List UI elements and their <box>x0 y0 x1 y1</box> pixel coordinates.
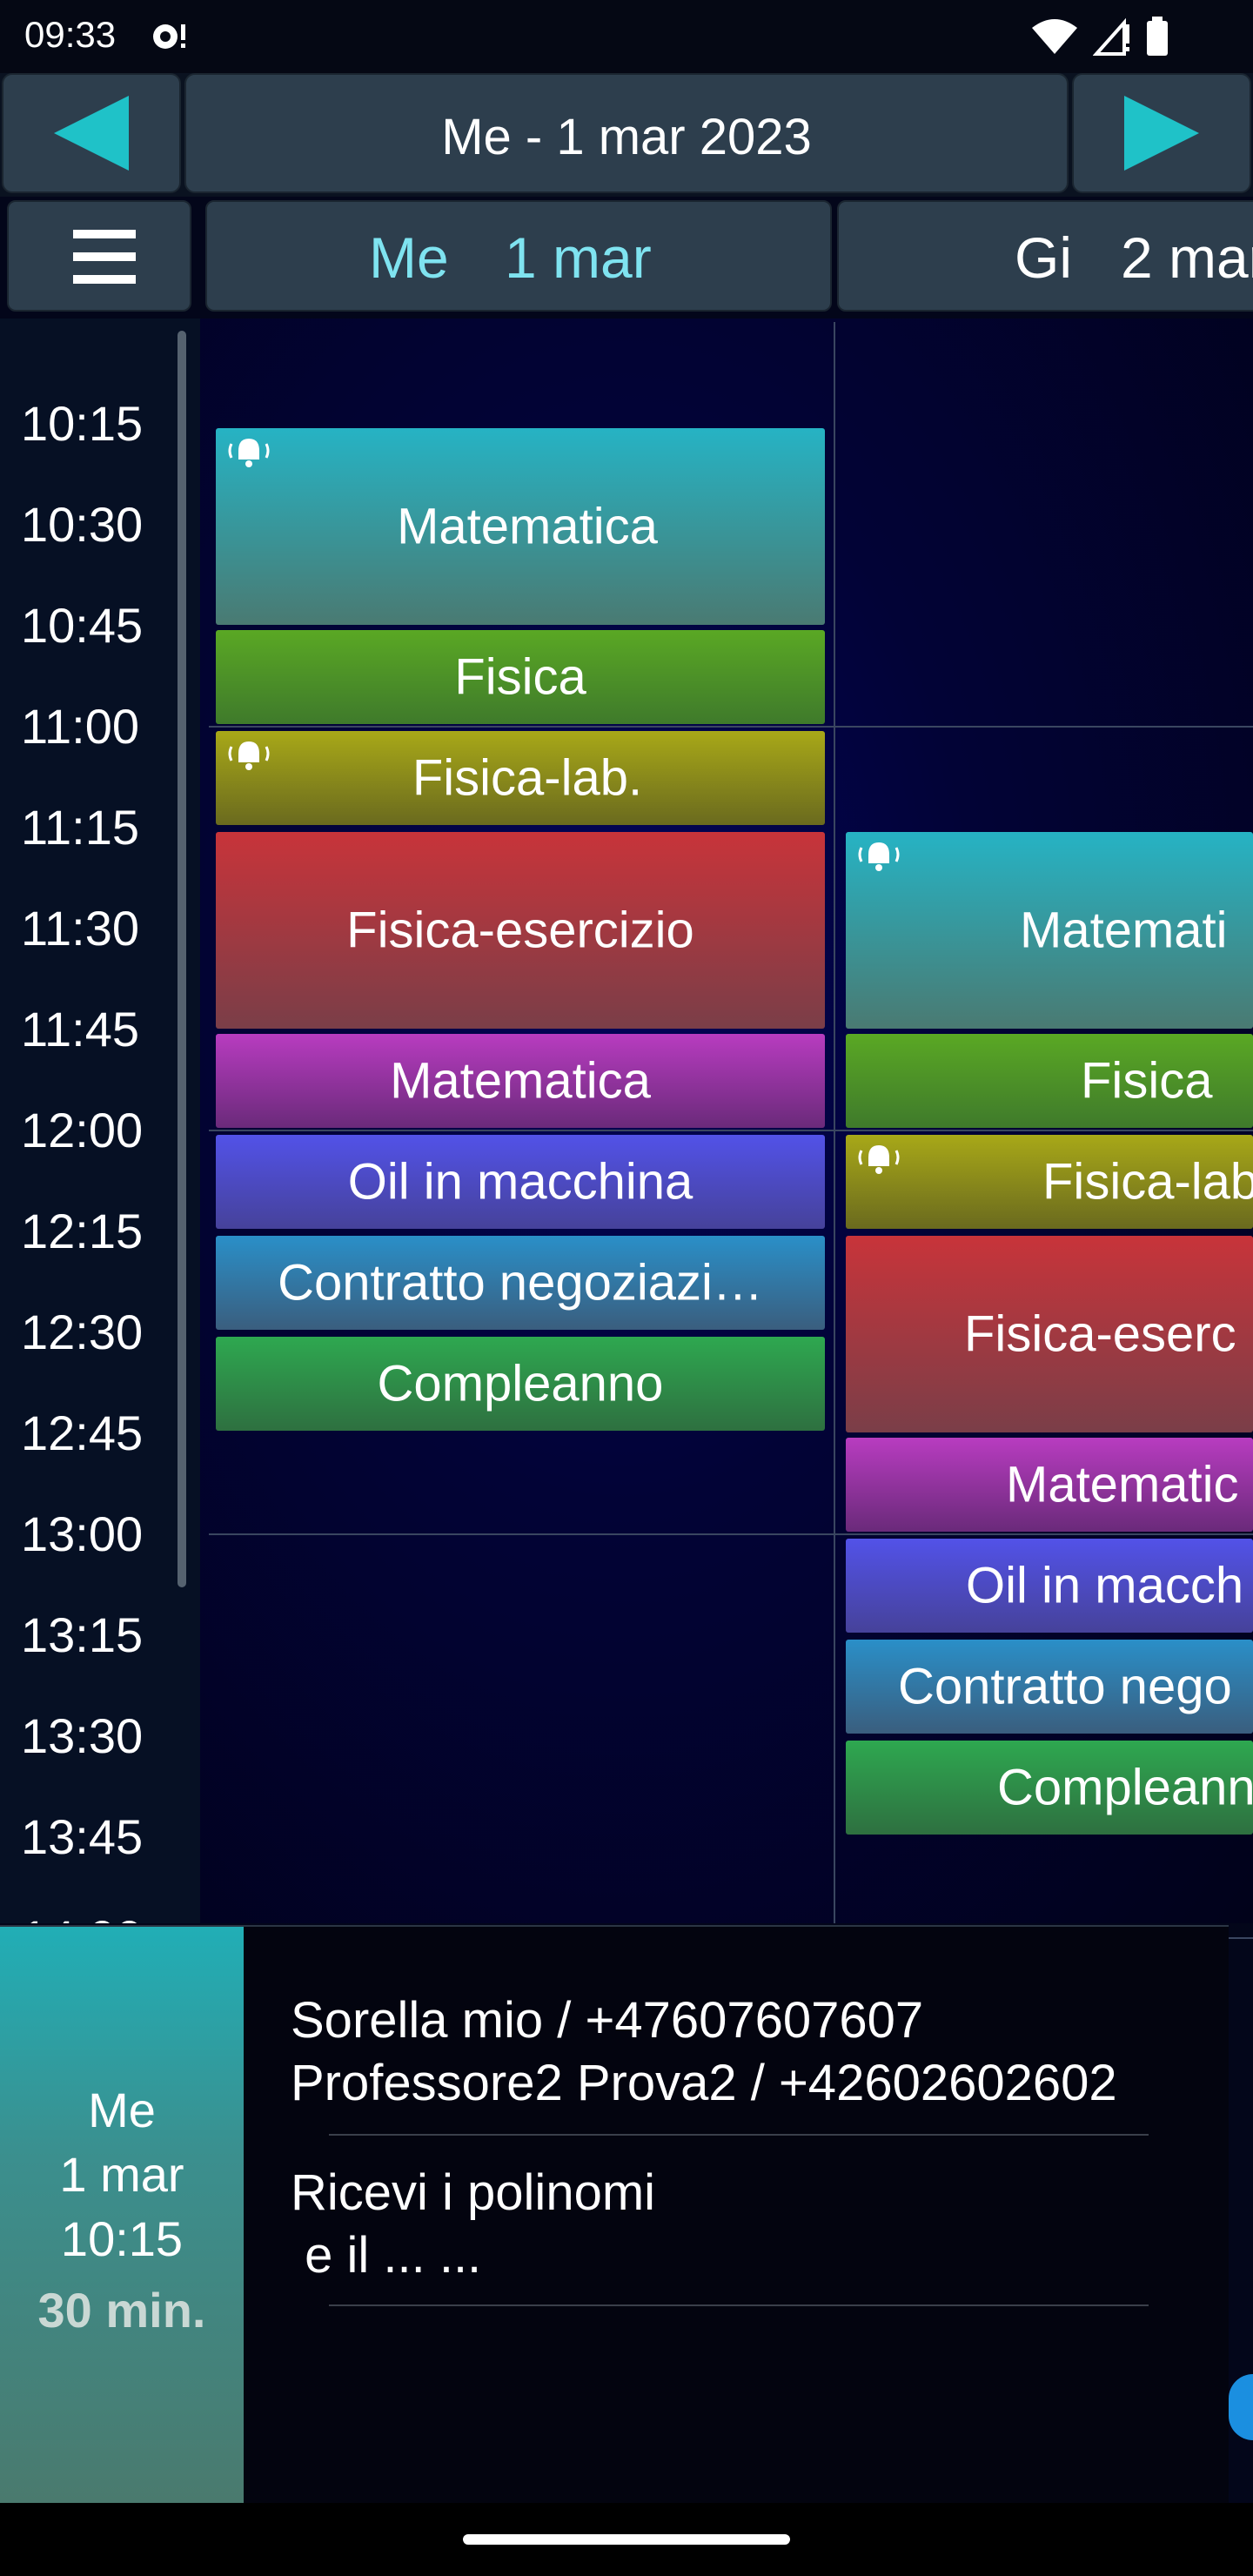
time-label: 11:45 <box>21 1002 139 1057</box>
event-block[interactable]: Contratto nego <box>846 1640 1253 1734</box>
time-label: 12:45 <box>21 1405 144 1460</box>
current-date-title-box[interactable]: Me - 1 mar 2023 <box>184 73 1069 193</box>
event-block[interactable]: Contratto negoziazi… <box>216 1236 825 1330</box>
floating-action-button[interactable] <box>1229 2374 1253 2440</box>
event-title: Fisica-lab <box>1042 1153 1253 1211</box>
current-date-title: Me - 1 mar 2023 <box>441 109 812 165</box>
event-block[interactable]: Fisica <box>216 630 825 724</box>
event-block[interactable]: Fisica-lab. <box>216 731 825 825</box>
time-label: 11:15 <box>21 800 139 855</box>
event-title: Fisica <box>454 648 586 706</box>
event-block[interactable]: Matemati <box>846 832 1253 1029</box>
event-block[interactable]: Fisica-lab <box>846 1135 1253 1229</box>
detail-duration: 30 min. <box>37 2283 206 2338</box>
time-label: 10:15 <box>21 396 144 451</box>
event-title: Matematic <box>1006 1456 1239 1513</box>
time-label: 14:00 <box>21 1909 143 1923</box>
event-title: Oil in macch <box>966 1557 1244 1614</box>
wifi-icon <box>1032 19 1077 54</box>
event-block[interactable]: Fisica-eserc <box>846 1236 1253 1432</box>
event-detail-date-box: Me 1 mar 10:15 30 min. <box>0 1927 244 2503</box>
triangle-left-icon <box>54 96 129 171</box>
event-title: Fisica-eserc <box>964 1305 1236 1363</box>
event-block[interactable]: Oil in macchina <box>216 1135 825 1229</box>
triangle-right-icon <box>1124 96 1199 171</box>
detail-contact[interactable]: Sorella mio / +47607607607 <box>291 1991 923 2049</box>
battery-icon <box>1147 17 1168 56</box>
time-label: 11:00 <box>21 699 139 754</box>
day-header-2[interactable]: Gi 2 mar <box>837 200 1253 312</box>
event-block[interactable]: Matematica <box>216 428 825 625</box>
event-block[interactable]: Compleanno <box>216 1337 825 1431</box>
time-label: 10:45 <box>21 598 144 653</box>
time-axis: 10:15 10:30 10:45 11:00 11:15 11:30 11:4… <box>0 319 200 1923</box>
hour-line <box>209 726 1253 728</box>
menu-button[interactable] <box>7 200 191 312</box>
time-label: 13:45 <box>21 1809 144 1864</box>
event-title: Contratto negoziazi… <box>278 1254 763 1311</box>
time-label: 13:30 <box>21 1708 144 1763</box>
time-label: 10:30 <box>21 497 144 552</box>
hour-line <box>209 1533 1253 1535</box>
bell-icon <box>858 1145 900 1174</box>
previous-day-button[interactable] <box>2 73 181 193</box>
bell-icon <box>858 842 900 871</box>
event-title: Fisica-lab. <box>412 749 643 807</box>
notification-icon <box>153 24 185 49</box>
time-label: 12:30 <box>21 1305 144 1359</box>
detail-date: 1 mar <box>59 2147 184 2202</box>
day-header-date: 1 mar <box>505 225 652 290</box>
time-label: 12:00 <box>21 1103 144 1157</box>
divider <box>329 2304 1149 2306</box>
event-title: Compleanno <box>377 1355 664 1412</box>
day-header-date: 2 mar <box>1121 225 1253 290</box>
event-title: Matematica <box>390 1052 651 1110</box>
status-time: 09:33 <box>24 14 117 55</box>
event-block[interactable]: Fisica-esercizio <box>216 832 825 1029</box>
time-label: 11:30 <box>21 901 139 956</box>
time-label: 12:15 <box>21 1204 144 1258</box>
day-header-weekday: Me <box>369 225 449 290</box>
detail-time: 10:15 <box>60 2211 184 2266</box>
event-title: Fisica <box>1081 1052 1213 1110</box>
divider <box>1229 1937 1253 1939</box>
event-block[interactable]: Fisica <box>846 1034 1253 1128</box>
day-divider <box>834 322 835 1923</box>
divider <box>329 2134 1149 2136</box>
event-title: Compleann <box>997 1759 1253 1816</box>
detail-contact[interactable]: Professore2 Prova2 / +42602602602 <box>291 2054 1117 2112</box>
status-bar: 09:33 <box>0 0 1253 73</box>
detail-note: Ricevi i polinomi <box>291 2164 656 2221</box>
home-gesture-handle[interactable] <box>463 2534 790 2545</box>
event-block[interactable]: Compleann <box>846 1741 1253 1835</box>
event-block[interactable]: Matematica <box>216 1034 825 1128</box>
day-header-weekday: Gi <box>1015 225 1072 290</box>
hour-line <box>209 1130 1253 1131</box>
event-title: Matemati <box>1020 902 1228 959</box>
signal-icon <box>1093 17 1129 56</box>
day-header-1[interactable]: Me 1 mar <box>205 200 832 312</box>
detail-note: e il ... ... <box>291 2227 482 2284</box>
event-title: Fisica-esercizio <box>346 902 694 959</box>
hamburger-menu-icon <box>73 230 136 284</box>
event-block[interactable]: Matematic <box>846 1438 1253 1532</box>
event-block[interactable]: Oil in macch <box>846 1539 1253 1633</box>
event-title: Contratto nego <box>898 1658 1232 1715</box>
event-title: Oil in macchina <box>347 1153 694 1211</box>
event-title: Matematica <box>397 498 658 555</box>
time-label: 13:15 <box>21 1607 144 1662</box>
bell-icon <box>228 439 270 467</box>
next-day-button[interactable] <box>1072 73 1251 193</box>
time-label: 13:00 <box>21 1506 144 1561</box>
detail-weekday: Me <box>88 2083 156 2137</box>
scrollbar[interactable] <box>178 331 186 1587</box>
